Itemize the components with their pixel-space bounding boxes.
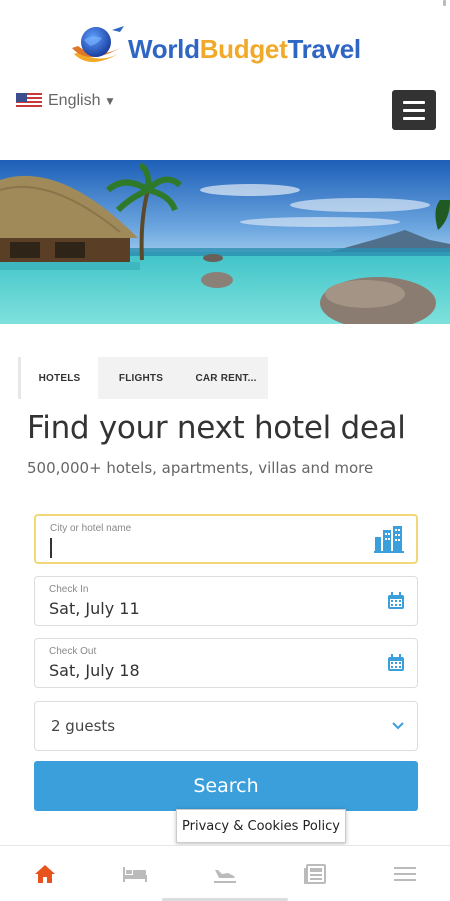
page-title: Find your next hotel deal — [27, 410, 406, 446]
calendar-icon — [388, 592, 404, 609]
search-button[interactable]: Search — [34, 761, 418, 811]
check-out-label: Check Out — [49, 646, 97, 657]
brand-logo[interactable]: WorldBudgetTravel — [70, 22, 390, 72]
check-in-value: Sat, July 11 — [49, 599, 140, 618]
beach-scene-illustration — [0, 160, 450, 324]
brand-name: WorldBudgetTravel — [128, 34, 361, 64]
check-in-label: Check In — [49, 584, 89, 595]
home-icon — [35, 864, 55, 883]
bottom-navigation — [0, 845, 450, 901]
hamburger-line — [403, 100, 425, 104]
language-selector[interactable]: English ▼ — [16, 92, 113, 110]
calendar-icon — [388, 654, 404, 671]
destination-field[interactable]: City or hotel name — [34, 514, 418, 564]
us-flag-icon — [16, 93, 42, 109]
destination-label: City or hotel name — [50, 523, 132, 534]
status-indicator — [443, 0, 446, 6]
destination-input[interactable] — [52, 536, 356, 560]
tab-flights[interactable]: FLIGHTS — [98, 357, 184, 399]
caret-down-icon: ▼ — [106, 97, 114, 107]
privacy-cookies-link[interactable]: Privacy & Cookies Policy — [176, 809, 346, 843]
nav-home[interactable] — [0, 846, 90, 901]
hamburger-line — [403, 116, 425, 120]
tab-car-rental[interactable]: CAR RENT... — [184, 357, 268, 399]
language-label: English — [48, 92, 101, 109]
city-buildings-icon — [374, 526, 404, 553]
bed-icon — [123, 866, 147, 882]
nav-hotels[interactable] — [90, 846, 180, 901]
guests-value: 2 guests — [51, 717, 116, 735]
tab-hotels[interactable]: HOTELS — [18, 357, 98, 399]
search-tabs: HOTELS FLIGHTS CAR RENT... — [18, 357, 268, 399]
menu-button[interactable] — [392, 90, 436, 130]
globe-logo-icon — [72, 26, 124, 62]
plane-landing-icon — [214, 869, 236, 883]
hamburger-line — [403, 108, 425, 112]
chevron-down-icon — [392, 722, 404, 730]
check-in-field[interactable]: Check In Sat, July 11 — [34, 576, 418, 626]
nav-flights[interactable] — [180, 846, 270, 901]
nav-more[interactable] — [360, 846, 450, 901]
nav-news[interactable] — [270, 846, 360, 901]
check-out-field[interactable]: Check Out Sat, July 18 — [34, 638, 418, 688]
hero-image — [0, 160, 450, 324]
guests-select[interactable]: 2 guests — [34, 701, 418, 751]
newspaper-icon — [304, 863, 326, 884]
menu-lines-icon — [394, 866, 416, 881]
check-out-value: Sat, July 18 — [49, 661, 140, 680]
page-subtitle: 500,000+ hotels, apartments, villas and … — [27, 459, 374, 477]
